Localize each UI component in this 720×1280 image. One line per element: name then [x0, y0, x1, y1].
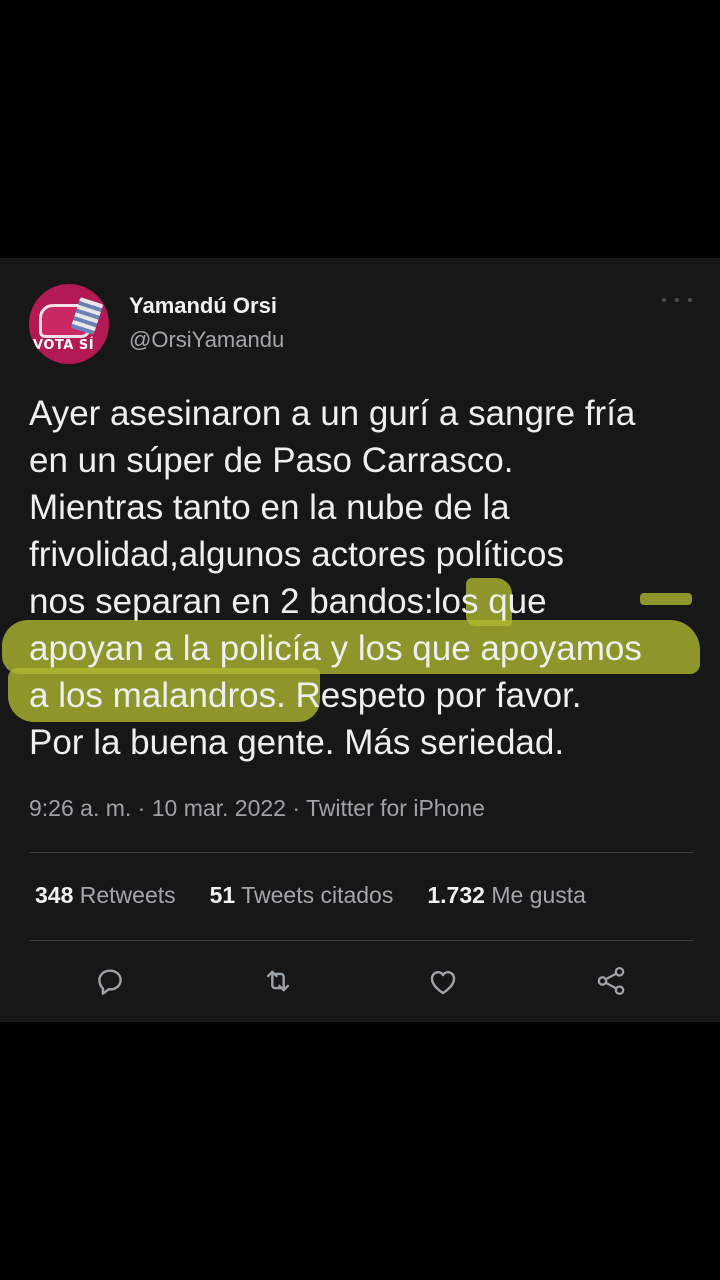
likes-label: Me gusta — [491, 882, 586, 908]
dot-icon — [662, 298, 666, 302]
divider — [29, 852, 693, 853]
quotes-stat[interactable]: 51 Tweets citados — [210, 882, 394, 909]
like-button[interactable] — [426, 964, 460, 998]
dot-icon — [675, 298, 679, 302]
retweets-stat[interactable]: 348 Retweets — [35, 882, 176, 909]
quotes-label: Tweets citados — [241, 882, 394, 908]
tweet-text-line: nos separan en 2 bandos:los que — [29, 582, 547, 621]
likes-stat[interactable]: 1.732 Me gusta — [427, 882, 586, 909]
tweet-text-line: Por la buena gente. Más seriedad. — [29, 723, 565, 762]
author-display-name[interactable]: Yamandú Orsi — [129, 293, 277, 319]
tweet-text-line: en un súper de Paso Carrasco. — [29, 441, 514, 480]
tweet-stats: 348 Retweets 51 Tweets citados 1.732 Me … — [35, 882, 620, 909]
flag-icon — [70, 297, 104, 335]
avatar-logo-text: VOTÁ SÍ — [33, 338, 95, 353]
tweet-text-line: frivolidad,algunos actores políticos — [29, 535, 565, 574]
retweets-count: 348 — [35, 882, 74, 908]
share-icon — [597, 966, 625, 996]
tweet-text-line: Mientras tanto en la nube de la — [29, 488, 510, 527]
tweet-text-line: a los malandros. Respeto por favor. — [29, 676, 582, 715]
tweet-text-line: apoyan a la policía y los que apoyamos — [29, 629, 642, 668]
retweet-button[interactable] — [261, 964, 295, 998]
more-options-button[interactable] — [662, 292, 692, 308]
screenshot-page: VOTÁ SÍ Yamandú Orsi @OrsiYamandu Ayer a… — [0, 0, 720, 1280]
avatar[interactable]: VOTÁ SÍ — [29, 284, 109, 364]
tweet-timestamp[interactable]: 9:26 a. m. · 10 mar. 2022 · Twitter for … — [29, 795, 485, 822]
reply-button[interactable] — [93, 964, 127, 998]
action-bar — [0, 958, 720, 1004]
tweet-card: VOTÁ SÍ Yamandú Orsi @OrsiYamandu Ayer a… — [0, 258, 720, 1022]
retweets-label: Retweets — [79, 882, 176, 908]
likes-count: 1.732 — [427, 882, 485, 908]
dot-icon — [688, 298, 692, 302]
quotes-count: 51 — [209, 882, 236, 908]
divider — [29, 940, 693, 941]
tweet-text: Ayer asesinaron a un gurí a sangre fría e… — [29, 390, 713, 766]
tweet-text-line: Ayer asesinaron a un gurí a sangre fría — [29, 394, 636, 433]
reply-icon — [98, 969, 122, 995]
author-handle[interactable]: @OrsiYamandu — [129, 327, 284, 353]
retweet-icon — [266, 970, 290, 992]
share-button[interactable] — [594, 964, 628, 998]
like-icon — [430, 971, 456, 995]
